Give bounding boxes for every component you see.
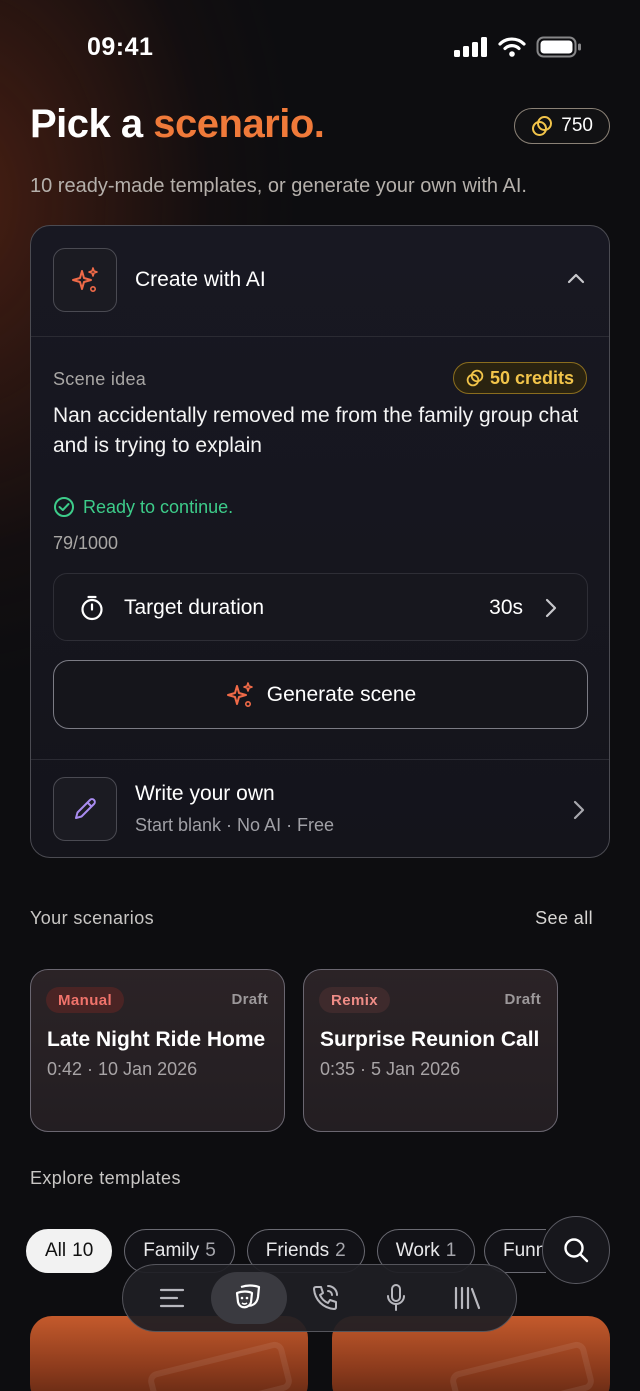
chip-count: 2 xyxy=(335,1240,346,1261)
film-icon xyxy=(146,1339,294,1391)
target-duration-row[interactable]: Target duration 30s xyxy=(53,573,588,641)
credits-balance-pill[interactable]: 750 xyxy=(514,108,610,144)
ready-status: Ready to continue. xyxy=(53,496,233,518)
target-duration-label: Target duration xyxy=(124,596,265,619)
coin-link-icon xyxy=(532,116,553,136)
check-circle-icon xyxy=(54,497,74,517)
chip-all[interactable]: All 10 xyxy=(26,1229,113,1273)
coin-link-icon xyxy=(466,369,484,387)
search-icon xyxy=(564,1238,589,1263)
library-icon xyxy=(454,1286,480,1310)
status-icons xyxy=(454,36,582,58)
status-time: 09:41 xyxy=(87,33,154,61)
cost-badge: 50 credits xyxy=(452,362,587,394)
scenario-tag: Manual xyxy=(46,987,125,1013)
stopwatch-icon xyxy=(81,595,103,621)
title-accent: scenario. xyxy=(153,102,325,146)
title-prefix: Pick a xyxy=(30,102,154,146)
chip-label: Family xyxy=(143,1240,200,1261)
chevron-right-icon xyxy=(573,800,585,820)
chevron-right-icon xyxy=(545,598,557,618)
see-all-link[interactable]: See all xyxy=(535,908,593,929)
tab-menu[interactable] xyxy=(140,1272,204,1324)
scenario-name: Surprise Reunion Call xyxy=(320,1028,540,1051)
tab-record[interactable] xyxy=(364,1272,428,1324)
page-title: Pick a scenario. xyxy=(30,102,325,147)
wifi-icon xyxy=(498,37,526,57)
credits-balance: 750 xyxy=(561,115,593,136)
pencil-icon-box xyxy=(53,777,117,841)
divider xyxy=(31,336,609,337)
create-with-ai-label: Create with AI xyxy=(135,268,266,291)
search-button[interactable] xyxy=(542,1216,610,1284)
sparkles-icon xyxy=(72,267,98,292)
cost-label: 50 credits xyxy=(489,367,574,388)
tab-calls[interactable] xyxy=(293,1272,357,1324)
tab-library[interactable] xyxy=(435,1272,499,1324)
chip-label: Friends xyxy=(265,1240,330,1261)
your-scenarios-title: Your scenarios xyxy=(30,908,155,928)
chip-count: 10 xyxy=(72,1240,94,1261)
film-icon xyxy=(448,1339,596,1391)
generate-scene-label: Generate scene xyxy=(266,682,417,706)
scenario-card[interactable]: Remix Draft Surprise Reunion Call 0:35 ·… xyxy=(303,969,558,1132)
sparkles-icon xyxy=(226,681,253,707)
phone-call-icon xyxy=(313,1285,339,1310)
scenario-name: Late Night Ride Home xyxy=(47,1028,266,1051)
microphone-icon xyxy=(387,1284,406,1311)
scene-idea-input[interactable]: Nan accidentally removed me from the fam… xyxy=(53,401,583,461)
ready-text: Ready to continue. xyxy=(83,496,234,517)
write-your-own-title: Write your own xyxy=(135,782,275,805)
scenario-meta: 0:35 · 5 Jan 2026 xyxy=(320,1059,461,1079)
character-counter: 79/1000 xyxy=(53,533,119,553)
chip-count: 5 xyxy=(205,1240,216,1261)
theater-masks-icon xyxy=(235,1284,260,1309)
chip-label: Work xyxy=(395,1240,440,1261)
create-card: Create with AI Scene idea 50 credits Nan… xyxy=(30,225,610,858)
bottom-tab-bar xyxy=(122,1264,517,1332)
tab-scenarios[interactable] xyxy=(210,1272,287,1324)
signal-icon xyxy=(454,37,487,57)
menu-icon xyxy=(160,1288,185,1308)
scenario-status: Draft xyxy=(504,991,541,1008)
chip-label: All xyxy=(45,1240,67,1261)
generate-scene-button[interactable]: Generate scene xyxy=(53,660,588,729)
status-bar: 09:41 xyxy=(0,0,640,90)
scenario-status: Draft xyxy=(231,991,268,1008)
battery-icon xyxy=(536,36,581,58)
chip-count: 1 xyxy=(445,1240,457,1261)
explore-templates-title: Explore templates xyxy=(30,1168,181,1188)
scenario-card[interactable]: Manual Draft Late Night Ride Home 0:42 ·… xyxy=(30,969,285,1132)
scenario-tag: Remix xyxy=(319,987,391,1013)
sparkles-icon-box xyxy=(53,248,117,312)
scene-idea-label: Scene idea xyxy=(53,369,147,389)
scenario-meta: 0:42 · 10 Jan 2026 xyxy=(47,1059,198,1079)
chevron-up-icon[interactable] xyxy=(567,272,585,284)
target-duration-value: 30s xyxy=(489,596,523,619)
page-subtitle: 10 ready-made templates, or generate you… xyxy=(30,175,527,197)
pencil-icon xyxy=(75,798,96,819)
divider xyxy=(31,759,609,760)
write-your-own-subtitle: Start blank · No AI · Free xyxy=(135,815,335,835)
chip-label: Funny xyxy=(503,1240,546,1261)
